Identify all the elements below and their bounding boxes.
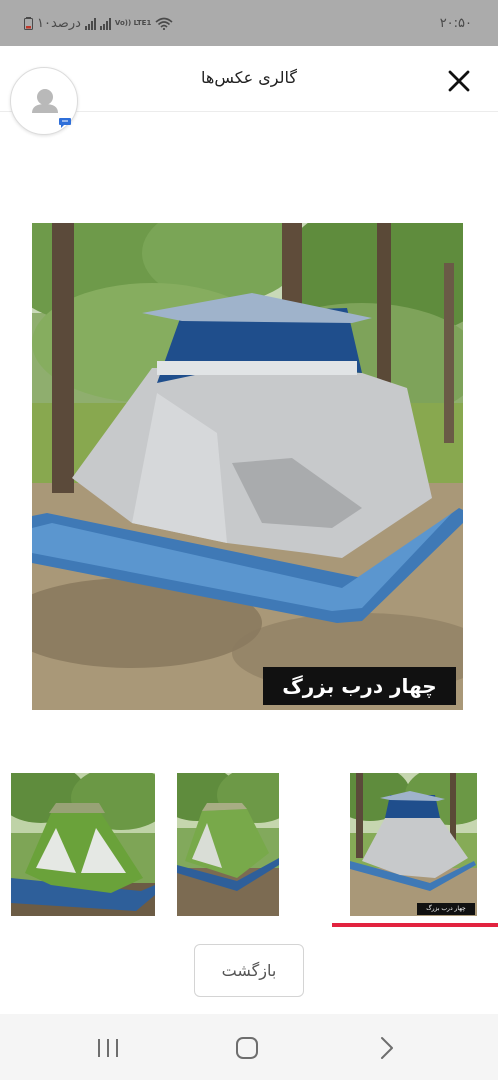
battery-text: ۱۰درصد: [37, 16, 81, 31]
home-icon: [236, 1037, 258, 1059]
recent-apps-icon: [98, 1039, 118, 1057]
tent-photo-image: [32, 223, 463, 710]
chat-bubble-icon: [59, 118, 71, 128]
thumbnail-image: [350, 773, 477, 916]
selected-thumbnail-indicator: [332, 923, 498, 927]
close-icon: [448, 70, 470, 92]
nav-back-button[interactable]: [371, 1034, 401, 1062]
signal-icon: [99, 17, 111, 30]
signal-icon: [84, 17, 96, 30]
thumbnail-2[interactable]: [177, 773, 279, 916]
system-nav-bar: [0, 1014, 498, 1080]
thumbnail-3[interactable]: [350, 773, 477, 916]
status-time: ۲۰:۵۰: [439, 16, 472, 31]
battery-icon: [24, 17, 33, 30]
main-photo-caption: چهار درب بزرگ: [263, 667, 456, 705]
thumbnail-3-caption: چهار درب بزرگ: [417, 903, 475, 915]
wifi-icon: [155, 17, 173, 30]
back-button[interactable]: بازگشت: [194, 944, 304, 997]
close-button[interactable]: [444, 66, 474, 96]
thumbnail-1[interactable]: [11, 773, 155, 916]
network-label: Vo)) LTE1: [114, 19, 152, 27]
thumbnail-image: [177, 773, 279, 916]
recent-apps-button[interactable]: [93, 1034, 123, 1062]
status-bar: ۱۰درصد Vo)) LTE1 ۲۰:۵۰: [0, 0, 498, 46]
main-photo[interactable]: چهار درب بزرگ: [32, 223, 463, 710]
thumbnail-image: [11, 773, 155, 916]
status-left: ۱۰درصد Vo)) LTE1: [24, 16, 173, 31]
back-chevron-icon: [381, 1037, 393, 1059]
home-button[interactable]: [232, 1034, 262, 1062]
